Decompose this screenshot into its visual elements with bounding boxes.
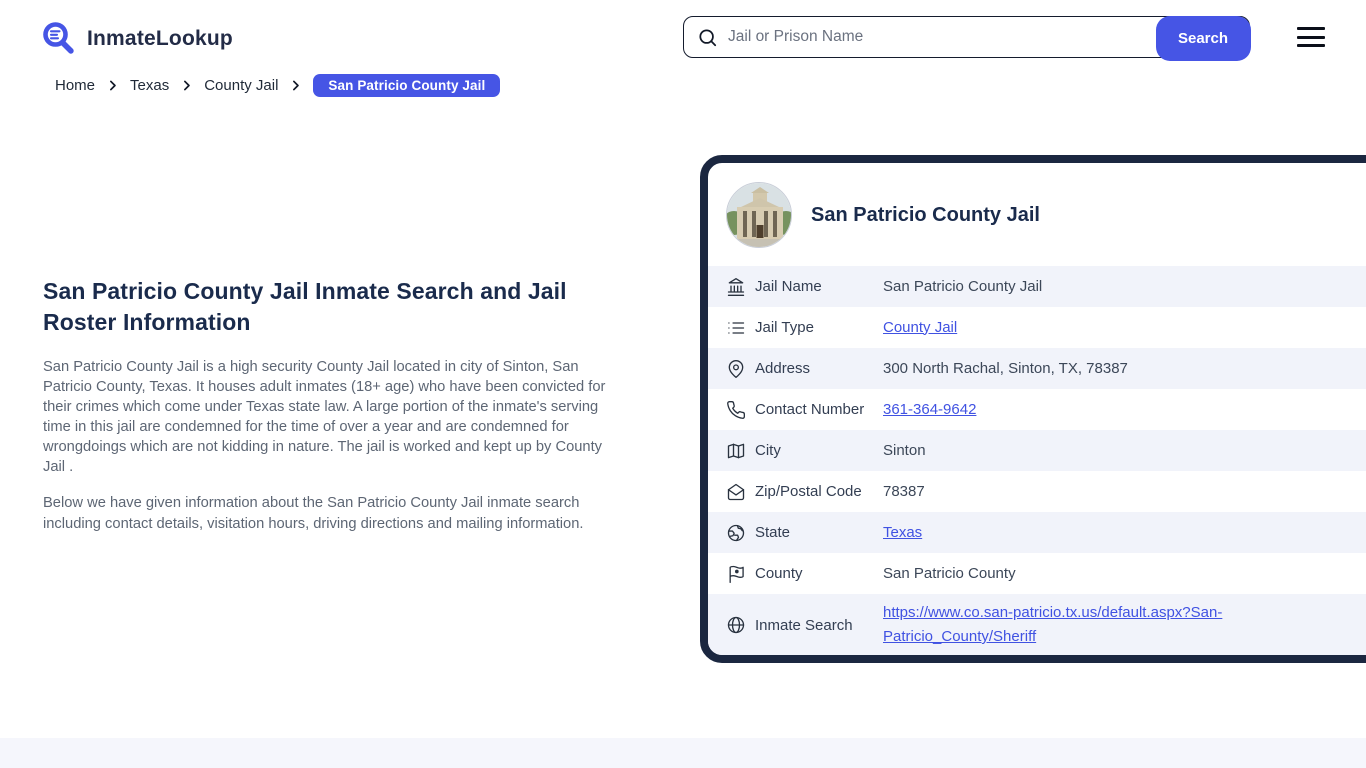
row-value: Texas — [883, 514, 922, 552]
breadcrumb-link[interactable]: Texas — [130, 77, 169, 94]
flag-icon — [726, 564, 746, 584]
table-row: Inmate Search https://www.co.san-patricio… — [708, 594, 1366, 655]
breadcrumb: Home Texas County Jail San Patricio County … — [55, 74, 501, 97]
search-icon — [697, 27, 718, 48]
magnifier-logo-icon — [40, 20, 78, 58]
row-value: 300 North Rachal, Sinton, TX, 78387 — [883, 359, 1128, 377]
search-bar: Search — [683, 15, 1251, 61]
bank-icon — [726, 277, 746, 297]
row-value: https://www.co.san-patricio.tx.us/defaul… — [883, 594, 1283, 655]
row-label: Jail Name — [755, 278, 822, 295]
jail-photo — [726, 182, 792, 248]
row-value: 78387 — [883, 482, 925, 500]
hamburger-menu-icon[interactable] — [1297, 27, 1325, 47]
table-row: County San Patricio County — [708, 553, 1366, 594]
row-value: Sinton — [883, 441, 926, 459]
jail-info-table: Jail Name San Patricio County Jail Jail Ty… — [708, 266, 1366, 655]
site-name: InmateLookup — [87, 27, 233, 50]
search-button[interactable]: Search — [1155, 15, 1251, 61]
row-label: Jail Type — [755, 319, 814, 336]
footer-strip — [0, 738, 1366, 768]
table-row: Address 300 North Rachal, Sinton, TX, 783… — [708, 348, 1366, 389]
site-logo[interactable]: InmateLookup — [40, 20, 233, 58]
page-title: San Patricio County Jail Inmate Search a… — [43, 278, 567, 335]
row-value-link[interactable]: Texas — [883, 524, 922, 541]
row-label: Contact Number — [755, 401, 865, 418]
row-value-link[interactable]: 361-364-9642 — [883, 401, 976, 418]
chevron-right-icon — [289, 79, 302, 92]
row-value: 361-364-9642 — [883, 391, 976, 429]
globe-icon — [726, 523, 746, 543]
row-label: Zip/Postal Code — [755, 483, 862, 500]
envelope-icon — [726, 482, 746, 502]
table-row: Jail Name San Patricio County Jail — [708, 266, 1366, 307]
article: San Patricio County Jail Inmate Search a… — [43, 276, 625, 550]
info-paragraph: Below we have given information about th… — [43, 495, 584, 532]
intro-paragraph: San Patricio County Jail is a high secur… — [43, 358, 606, 476]
breadcrumb-link[interactable]: Home — [55, 77, 95, 94]
card-header: San Patricio County Jail — [708, 163, 1366, 266]
table-row: Zip/Postal Code 78387 — [708, 471, 1366, 512]
phone-icon — [726, 400, 746, 420]
row-value: San Patricio County — [883, 564, 1016, 582]
row-value-link[interactable]: https://www.co.san-patricio.tx.us/defaul… — [883, 604, 1222, 645]
row-value-link[interactable]: County Jail — [883, 319, 957, 336]
card-title: San Patricio County Jail — [811, 203, 1040, 226]
row-value: San Patricio County Jail — [883, 277, 1043, 295]
breadcrumb-link[interactable]: County Jail — [204, 77, 278, 94]
jail-info-card: San Patricio County Jail Jail Name San Pa… — [700, 155, 1366, 663]
row-label: Inmate Search — [755, 616, 853, 634]
row-label: County — [755, 565, 803, 582]
chevron-right-icon — [180, 79, 193, 92]
list-icon — [726, 318, 746, 338]
row-label: Address — [755, 360, 811, 377]
globe-grid-icon — [726, 615, 746, 635]
map-pin-icon — [726, 359, 746, 379]
row-value: County Jail — [883, 309, 957, 347]
row-label: City — [755, 442, 781, 459]
breadcrumb-badge: San Patricio County Jail — [313, 74, 501, 97]
table-row: City Sinton — [708, 430, 1366, 471]
chevron-right-icon — [106, 79, 119, 92]
table-row: State Texas — [708, 512, 1366, 553]
row-label: State — [755, 524, 791, 541]
table-row: Jail Type County Jail — [708, 307, 1366, 348]
map-icon — [726, 441, 746, 461]
table-row: Contact Number 361-364-9642 — [708, 389, 1366, 430]
